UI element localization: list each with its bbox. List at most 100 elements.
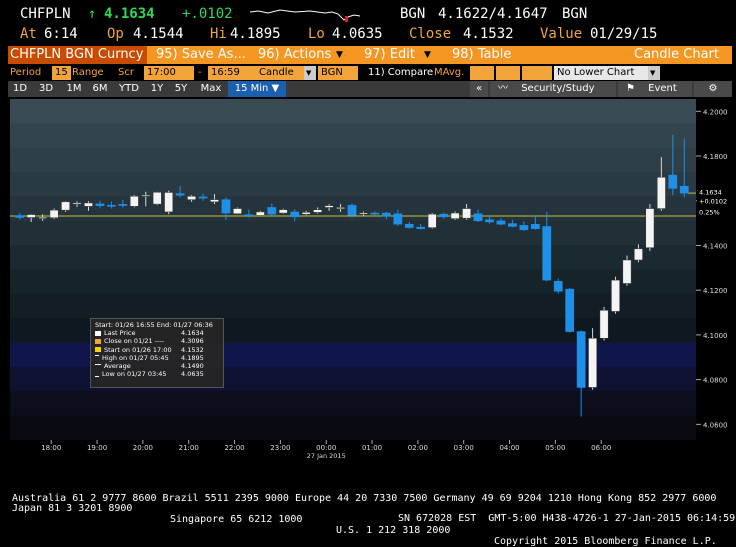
lower-chart-select[interactable]: No Lower Chart [554,66,652,80]
flag-icon: ⚑ [626,83,635,94]
range-bar: 1D 3D 1M 6M YTD 1Y 5Y Max 15 Min ▼ « 〰 S… [8,81,732,97]
x-tick-label: 20:00 [133,444,153,452]
candle-body [278,209,288,214]
candle-body [164,192,174,213]
x-tick-label: 23:00 [270,444,290,452]
actions-button[interactable]: 96) Actions [258,47,331,62]
candle-body [485,219,494,223]
candle-body [347,204,357,216]
date-label: 27 Jan 2015 [307,452,346,460]
chart-legend[interactable]: Start: 01/26 16:55 End: 01/27 06:36 Last… [90,318,224,388]
range-1d[interactable]: 1D [8,81,32,97]
candle-body [152,191,162,205]
candle-body [508,223,517,227]
range-1y[interactable]: 1Y [146,81,168,97]
candle-body [336,207,345,209]
candle-body [370,212,380,215]
last-price: 4.1634 [104,6,155,22]
close-value: 4.1532 [463,26,514,42]
event-button[interactable]: ⚑ Event [618,81,692,97]
candle-body [622,259,632,284]
end-time-input[interactable]: 16:59 [208,66,258,80]
bid-ask: 4.1622/4.1647 [438,6,548,22]
x-tick-label: 05:00 [545,444,565,452]
actions-dropdown-icon[interactable]: ▼ [336,50,343,60]
range-max[interactable]: Max [196,81,226,97]
background-band [10,391,696,417]
candle-chart[interactable]: 4.20004.18004.16004.14004.12004.10004.08… [8,97,732,462]
background-band [10,269,696,295]
quote-source-2: BGN [562,6,588,22]
at-label: At [20,26,37,42]
candle-body [313,209,323,213]
source-input[interactable]: BGN [318,66,358,80]
legend-value: 4.0635 [181,370,204,379]
candle-body [542,226,552,281]
last-price-tag: 4.1634 [699,189,722,197]
candle-body [359,212,368,215]
start-time-input[interactable]: 17:00 [144,66,194,80]
legend-header: Start: 01/26 16:55 End: 01/27 06:36 [95,321,213,329]
range-3d[interactable]: 3D [34,81,58,97]
security-study-button[interactable]: 〰 Security/Study [490,81,616,97]
candle-body [107,204,116,207]
security-field[interactable]: CHFPLN BGN Curncy [8,46,148,64]
background-band [10,123,696,149]
low-label: Lo [308,26,325,42]
edit-dropdown-icon[interactable]: ▼ [424,50,431,60]
x-tick-label: 21:00 [179,444,199,452]
candle-body [450,212,460,219]
candle-body [255,211,265,216]
mavg-input-1[interactable] [470,66,494,80]
x-tick-label: 04:00 [499,444,519,452]
candle-body [427,213,437,228]
candle-body [576,331,586,388]
table-button[interactable]: 98) Table [452,47,511,62]
legend-row-low: Low on 01/27 03:45 4.0635 [95,370,219,378]
chart-type-dropdown-icon[interactable]: ▼ [304,66,316,80]
candle-body [38,217,48,219]
x-tick-label: 06:00 [591,444,611,452]
candle-body [611,279,620,312]
candle-body [393,213,403,225]
high-value: 4.1895 [230,26,281,42]
ticker: CHFPLN [20,6,71,22]
range-ytd[interactable]: YTD [114,81,144,97]
y-axis-area [696,97,732,440]
background-band [10,293,696,319]
footer-session: SN 672028 EST GMT-5:00 H438-4726-1 27-Ja… [0,502,736,524]
x-tick-label: 01:00 [362,444,382,452]
range-6m[interactable]: 6M [88,81,112,97]
candle-body [645,208,655,248]
legend-value: 4.1895 [181,353,204,362]
legend-value: 4.3096 [181,337,204,346]
save-as-button[interactable]: 95) Save As... [156,47,246,62]
footer-copyright: Copyright 2015 Bloomberg Finance L.P. [494,536,717,547]
interval-select[interactable]: 15 Min ▼ [228,81,286,97]
security-study-label: Security/Study [521,83,595,94]
candle-body [439,213,449,218]
range-5y[interactable]: 5Y [170,81,192,97]
net-change: +.0102 [182,6,233,22]
legend-row-start: Start on 01/26 17:00 4.1532 [95,346,219,354]
settings-gear-icon[interactable]: ⚙ [694,81,732,97]
period-input[interactable]: 15 [52,66,71,80]
mavg-input-3[interactable] [522,66,552,80]
candle-body [473,213,483,222]
legend-value: 4.1490 [181,361,204,370]
y-tick-label: 4.2000 [703,108,728,116]
range-1m[interactable]: 1M [62,81,86,97]
candle-body [84,202,93,207]
candle-body [141,194,151,197]
chart-svg[interactable]: 4.20004.18004.16004.14004.12004.10004.08… [8,97,732,462]
open-value: 4.1544 [133,26,184,42]
background-band [10,415,696,441]
edit-button[interactable]: 97) Edit [364,47,415,62]
candle-body [49,209,59,218]
lower-chart-dropdown-icon[interactable]: ▼ [648,66,660,80]
mavg-input-2[interactable] [496,66,520,80]
at-time: 6:14 [44,26,78,42]
compare-button[interactable]: 11) Compare [368,66,433,80]
collapse-button[interactable]: « [470,81,488,97]
background-band [10,220,696,246]
